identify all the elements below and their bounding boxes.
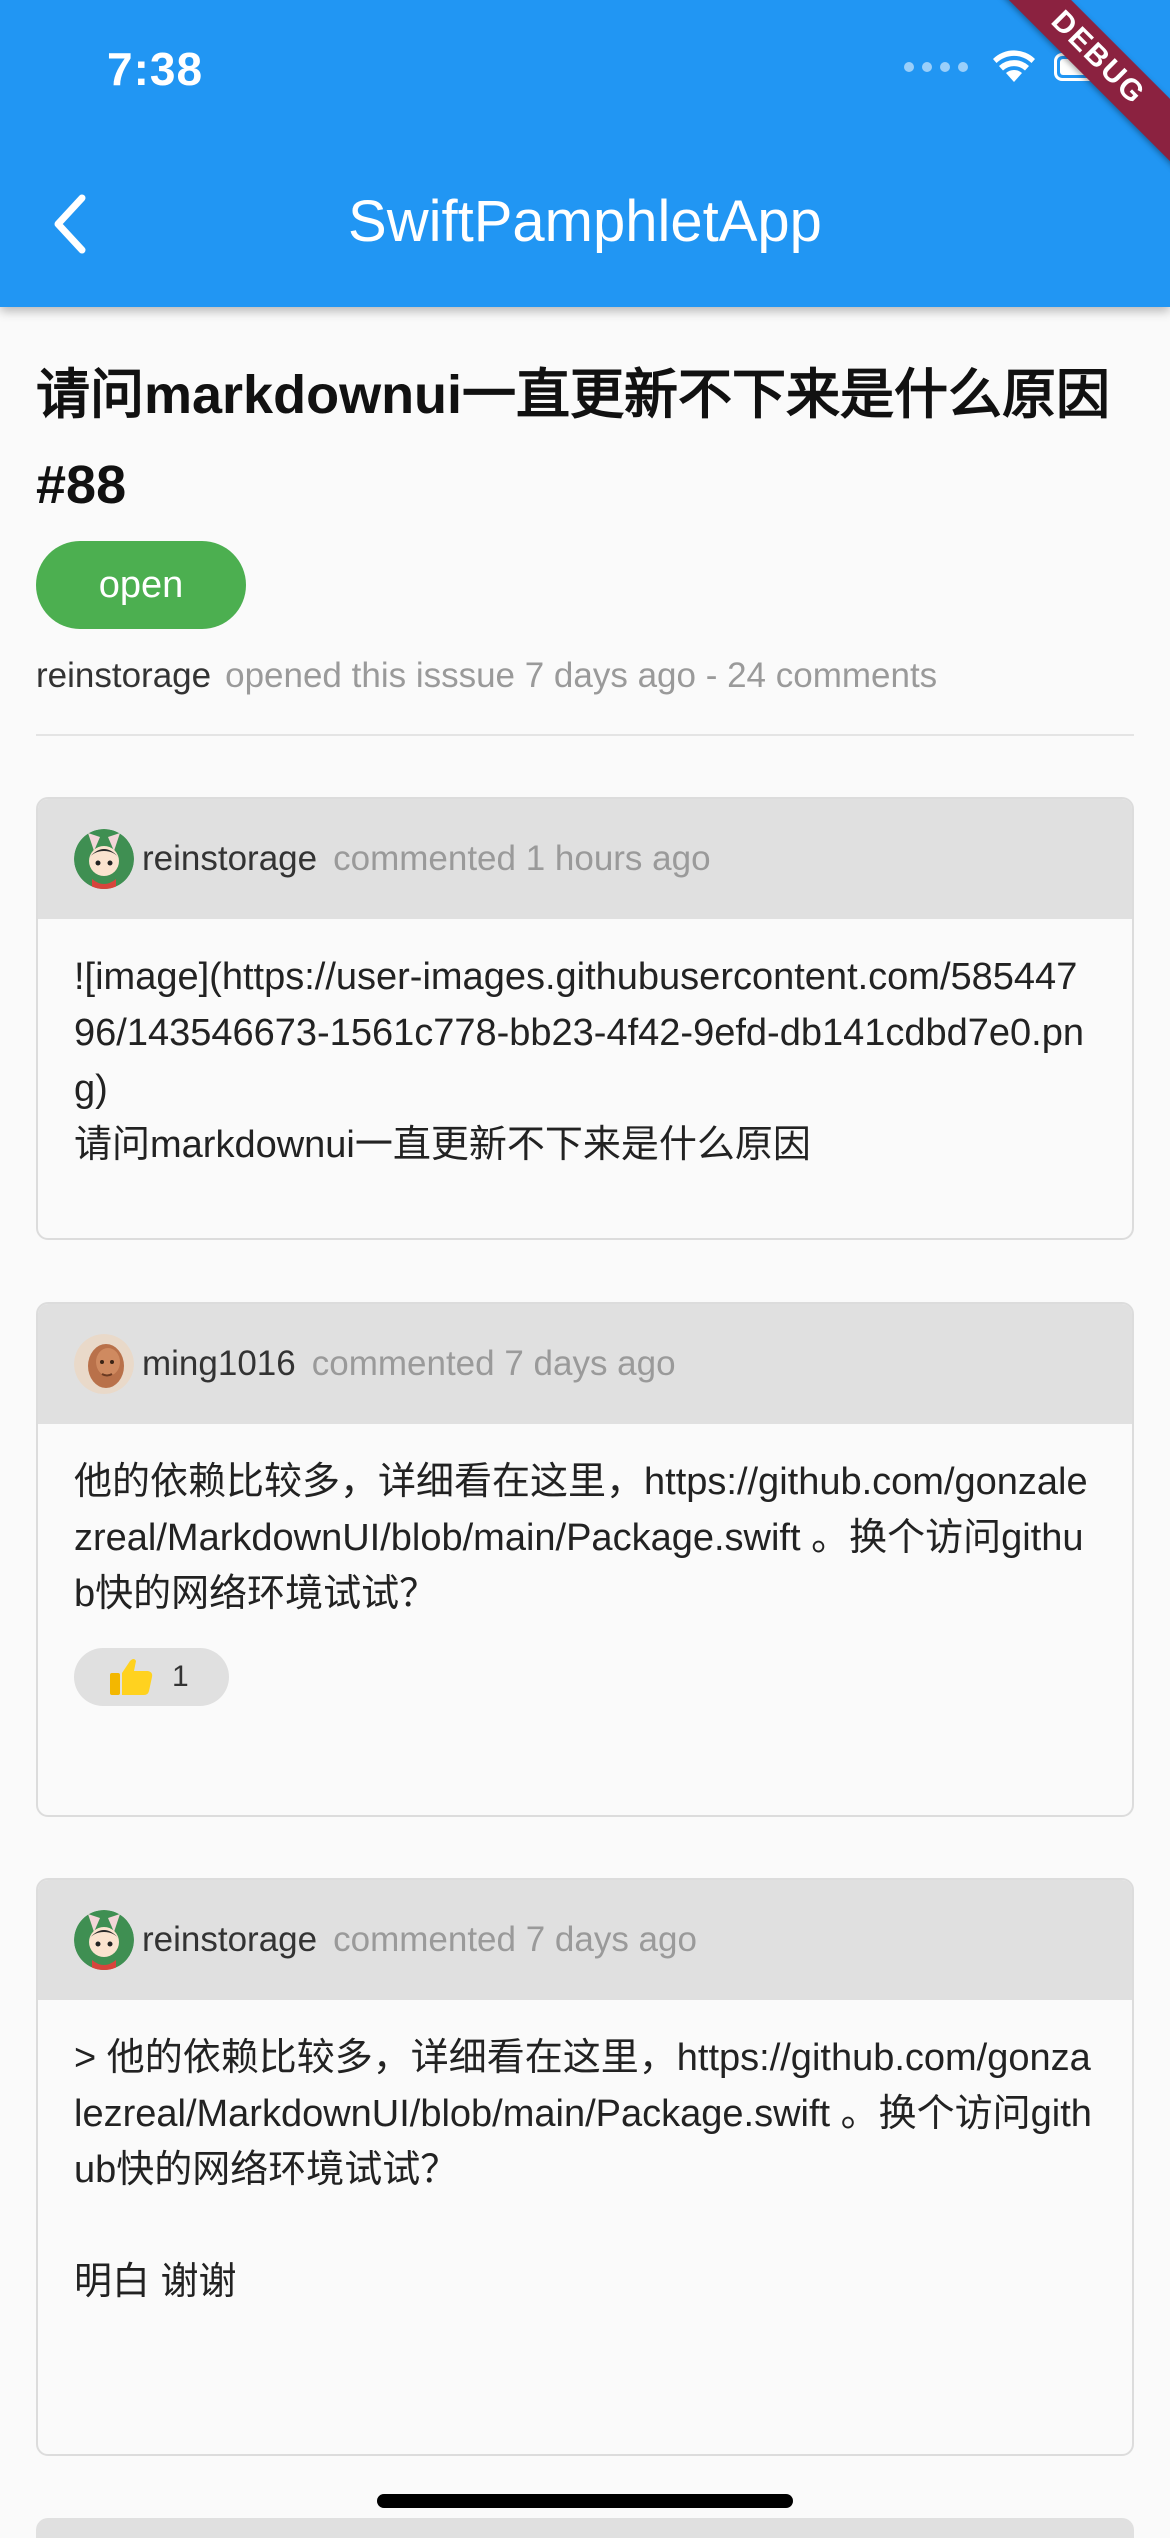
comment-text: 请问markdownui一直更新不下来是什么原因 xyxy=(74,1124,811,1166)
comment-quote: > 他的依赖比较多，详细看在这里，https://github.com/gonz… xyxy=(74,2037,1092,2191)
app-title: SwiftPamphletApp xyxy=(348,189,822,254)
avatar[interactable] xyxy=(74,829,134,889)
thumbs-up-icon xyxy=(110,1659,153,1695)
divider xyxy=(36,734,1134,736)
cellular-signal-icon xyxy=(904,62,968,72)
comment-time: commented 1 hours ago xyxy=(333,839,711,878)
wifi-icon xyxy=(993,50,1035,82)
comment-text: ![image](https://user-images.githubuserc… xyxy=(74,956,1084,1110)
comment-card: ming1016 commented 7 days ago 他的依赖比较多，详细… xyxy=(36,1302,1134,1817)
issue-author[interactable]: reinstorage xyxy=(36,656,211,695)
comment-header: reinstorage commented 7 days ago xyxy=(38,1880,1132,2000)
comment-time: commented 7 days ago xyxy=(333,1920,697,1959)
reaction-chip[interactable]: 1 xyxy=(74,1648,229,1706)
comment-card: reinstorage commented 7 days ago > 他的依赖比… xyxy=(36,1878,1134,2456)
comment-card: reinstorage commented 1 hours ago ![imag… xyxy=(36,797,1134,1240)
comment-author[interactable]: reinstorage xyxy=(142,1920,317,1960)
status-time: 7:38 xyxy=(107,43,204,95)
comment-body: 他的依赖比较多，详细看在这里，https://github.com/gonzal… xyxy=(38,1424,1132,1713)
avatar[interactable] xyxy=(74,1334,134,1394)
comment-body: ![image](https://user-images.githubuserc… xyxy=(38,919,1132,1173)
comment-body: > 他的依赖比较多，详细看在这里，https://github.com/gonz… xyxy=(38,2000,1132,2310)
comment-author[interactable]: reinstorage xyxy=(142,839,317,879)
comment-spacer xyxy=(74,2198,1096,2254)
comment-text: 他的依赖比较多，详细看在这里，https://github.com/gonzal… xyxy=(74,1461,1088,1615)
comment-card xyxy=(36,2518,1134,2538)
comment-header: reinstorage commented 1 hours ago xyxy=(38,799,1132,919)
issue-title: 请问markdownui一直更新不下来是什么原因#88 xyxy=(36,365,1111,515)
home-indicator[interactable] xyxy=(377,2494,793,2508)
comment-text: 明白 谢谢 xyxy=(74,2261,237,2303)
issue-meta-text: opened this isssue 7 days ago - 24 comme… xyxy=(225,656,938,695)
issue-meta: reinstorage opened this isssue 7 days ago… xyxy=(36,656,937,696)
comment-header: ming1016 commented 7 days ago xyxy=(38,1304,1132,1424)
comment-time: commented 7 days ago xyxy=(311,1344,676,1383)
reaction-count: 1 xyxy=(172,1660,189,1693)
issue-status-badge: open xyxy=(36,541,246,629)
comment-author[interactable]: ming1016 xyxy=(142,1344,296,1384)
debug-banner: DEBUG xyxy=(983,0,1170,173)
app-header: 7:38 DEBUG SwiftPamphletApp xyxy=(0,0,1170,307)
avatar[interactable] xyxy=(74,1910,134,1970)
